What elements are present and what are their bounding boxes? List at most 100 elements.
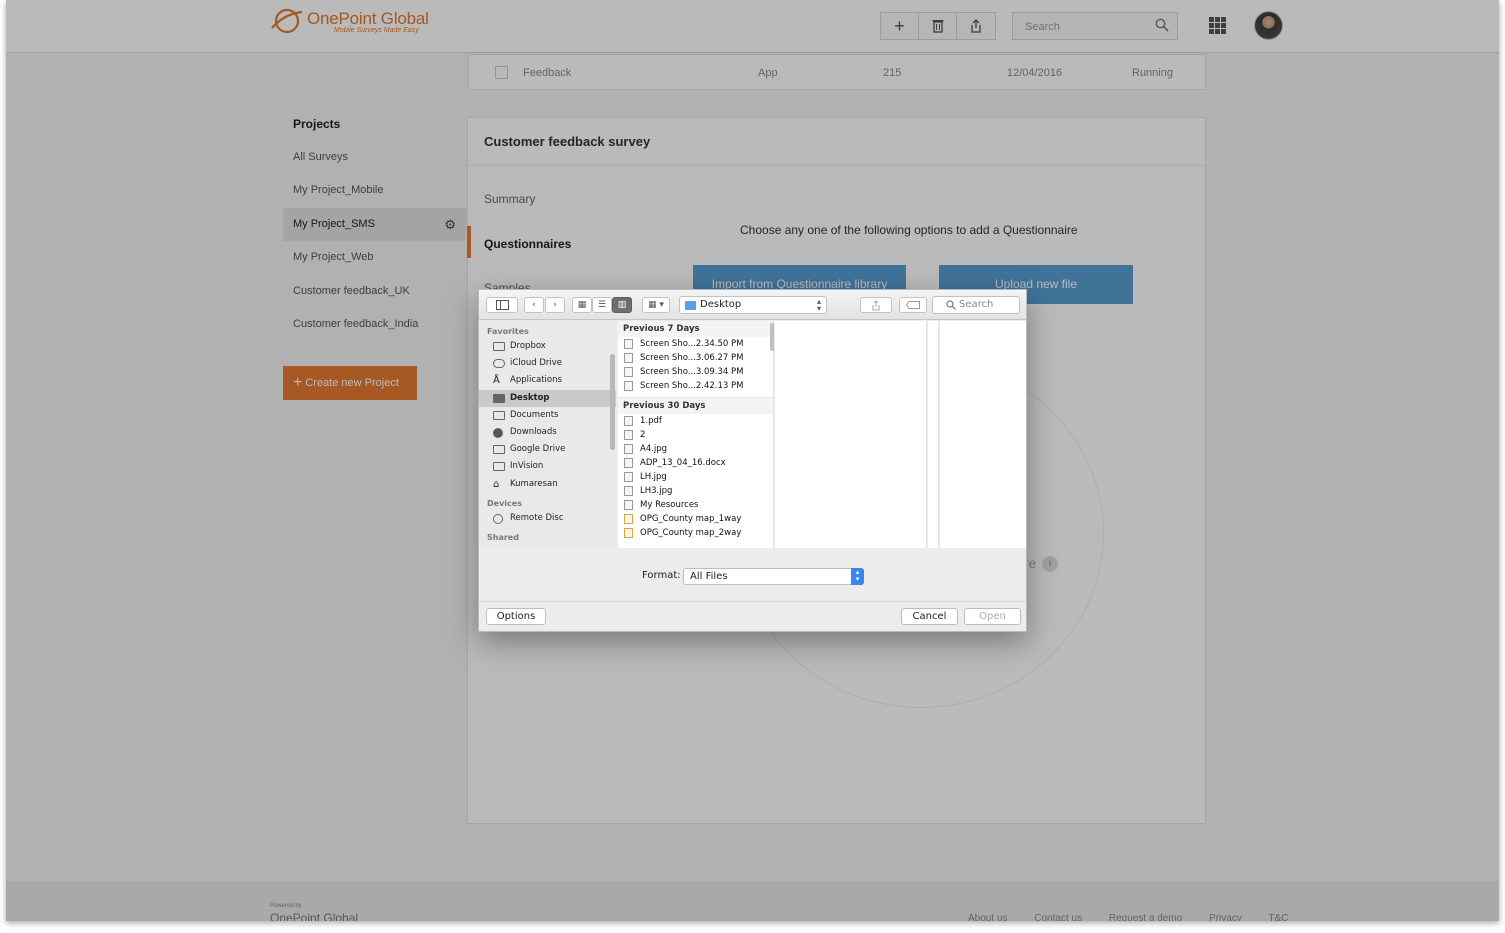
file-name: LH.jpg	[640, 472, 667, 482]
sidebar-item-documents[interactable]: Documents	[479, 407, 616, 424]
share-button[interactable]	[860, 297, 892, 313]
list-view-icon: ☰	[597, 300, 607, 310]
group-header: Previous 7 Days	[618, 321, 773, 337]
file-name: Screen Sho...2.34.50 PM	[640, 339, 744, 349]
shared-section: Shared	[487, 532, 519, 542]
app-window: OnePoint Global Mobile Surveys Made Easy…	[6, 0, 1499, 921]
sidebar-item-label: Downloads	[510, 426, 557, 437]
devices-section: Devices	[487, 498, 522, 508]
dialog-divider	[479, 601, 1026, 602]
column-divider	[928, 321, 939, 548]
sidebar-item-invision[interactable]: InVision	[479, 458, 616, 475]
search-placeholder: Search	[959, 299, 994, 310]
group-header: Previous 30 Days	[618, 398, 773, 414]
file-name: 2	[640, 430, 646, 440]
file-name: ADP_13_04_16.docx	[640, 458, 726, 468]
arrange-button[interactable]: ▦ ▾	[642, 297, 670, 313]
icon-view-button[interactable]: ▦	[572, 297, 592, 313]
cancel-button[interactable]: Cancel	[901, 608, 958, 625]
open-button[interactable]: Open	[964, 608, 1021, 625]
file-item[interactable]: Screen Sho...2.42.13 PM	[618, 379, 773, 393]
file-name: A4.jpg	[640, 444, 668, 454]
format-select[interactable]: All Files ▴ ▾	[683, 568, 864, 585]
file-item[interactable]: My Resources	[618, 498, 773, 512]
tag-icon	[906, 301, 920, 309]
image-file-icon	[624, 339, 633, 349]
image-file-icon	[624, 444, 633, 454]
sidebar-item-icloud-drive[interactable]: iCloud Drive	[479, 355, 616, 372]
options-button[interactable]: Options	[486, 608, 546, 625]
image-file-icon	[624, 353, 633, 363]
tag-button[interactable]	[899, 297, 927, 313]
file-name: Screen Sho...3.09.34 PM	[640, 367, 744, 377]
file-item[interactable]: LH3.jpg	[618, 484, 773, 498]
favorites-section: Favorites	[487, 327, 529, 336]
file-name: My Resources	[640, 500, 699, 510]
sidebar-item-label: Dropbox	[510, 341, 546, 351]
image-file-icon	[624, 367, 633, 377]
grid-view-icon: ▦	[577, 300, 587, 310]
sidebar-scrollbar[interactable]	[610, 354, 615, 450]
file-name: Screen Sho...3.06.27 PM	[640, 353, 744, 363]
sidebar-item-remote-disc[interactable]: Remote Disc	[479, 510, 616, 527]
sketch-file-icon	[624, 514, 633, 524]
applications-icon: Å	[493, 375, 500, 387]
back-button[interactable]: ‹	[524, 297, 544, 313]
preview-column	[940, 321, 1026, 548]
sidebar-item-label: Applications	[510, 375, 562, 386]
location-select[interactable]: Desktop ▴ ▾	[679, 296, 827, 314]
sidebar-item-desktop[interactable]: Desktop	[479, 389, 616, 407]
file-item[interactable]: LH.jpg	[618, 470, 773, 484]
file-item[interactable]: OPG_County map_1way	[618, 512, 773, 526]
file-open-dialog: ‹ › ▦ ☰ ▥ ▦ ▾ Desktop ▴ ▾ Search Favorit…	[478, 289, 1027, 632]
forward-button[interactable]: ›	[545, 297, 565, 313]
sidebar-toggle-button[interactable]	[486, 297, 518, 313]
format-value: All Files	[690, 571, 728, 582]
sidebar-item-label: Documents	[510, 409, 559, 420]
column-view-button[interactable]: ▥	[612, 297, 632, 313]
sidebar-item-label: Kumaresan	[510, 478, 558, 489]
sketch-file-icon	[624, 528, 633, 538]
pdf-file-icon	[624, 416, 633, 426]
file-item[interactable]: OPG_County map_2way	[618, 526, 773, 540]
file-item[interactable]: Screen Sho...2.34.50 PM	[618, 337, 773, 351]
chevron-updown-icon: ▴ ▾	[851, 568, 864, 585]
image-file-icon	[624, 472, 633, 482]
sidebar-item-google-drive[interactable]: Google Drive	[479, 441, 616, 458]
file-item[interactable]: Screen Sho...3.09.34 PM	[618, 365, 773, 379]
sidebar-item-applications[interactable]: Å Applications	[479, 372, 616, 389]
file-item[interactable]: Screen Sho...3.06.27 PM	[618, 351, 773, 365]
folder-icon	[493, 342, 505, 351]
file-item[interactable]: ADP_13_04_16.docx	[618, 456, 773, 470]
sidebar-item-downloads[interactable]: Downloads	[479, 424, 616, 441]
folder-icon	[493, 462, 505, 472]
sidebar-item-dropbox[interactable]: Dropbox	[479, 338, 616, 355]
file-item[interactable]: 2	[618, 428, 773, 442]
cloud-icon	[493, 359, 505, 369]
disc-icon	[493, 513, 503, 524]
chevron-right-icon: ›	[553, 300, 557, 310]
sidebar-item-kumaresan[interactable]: ⌂ Kumaresan	[479, 476, 616, 493]
search-icon	[946, 300, 956, 310]
empty-column	[775, 321, 927, 548]
document-icon	[493, 410, 505, 420]
file-item[interactable]: A4.jpg	[618, 442, 773, 456]
sidebar-item-label: Desktop	[510, 392, 550, 403]
chevron-updown-icon: ▴ ▾	[816, 297, 821, 313]
file-name: OPG_County map_2way	[640, 528, 742, 538]
arrange-icon: ▦ ▾	[648, 300, 664, 310]
chevron-left-icon: ‹	[532, 300, 536, 310]
file-column-scrollbar[interactable]	[770, 323, 774, 351]
image-file-icon	[624, 381, 633, 391]
file-item[interactable]: 1.pdf	[618, 414, 773, 428]
image-file-icon	[624, 486, 633, 496]
location-value: Desktop	[700, 299, 742, 310]
sidebar-item-label: Remote Disc	[510, 512, 564, 523]
dialog-search-input[interactable]: Search	[932, 296, 1020, 314]
list-view-button[interactable]: ☰	[592, 297, 612, 313]
document-file-icon	[624, 430, 633, 440]
folder-icon	[493, 445, 505, 455]
home-icon: ⌂	[493, 478, 500, 490]
sidebar-icon	[495, 300, 509, 310]
desktop-icon	[493, 393, 505, 403]
